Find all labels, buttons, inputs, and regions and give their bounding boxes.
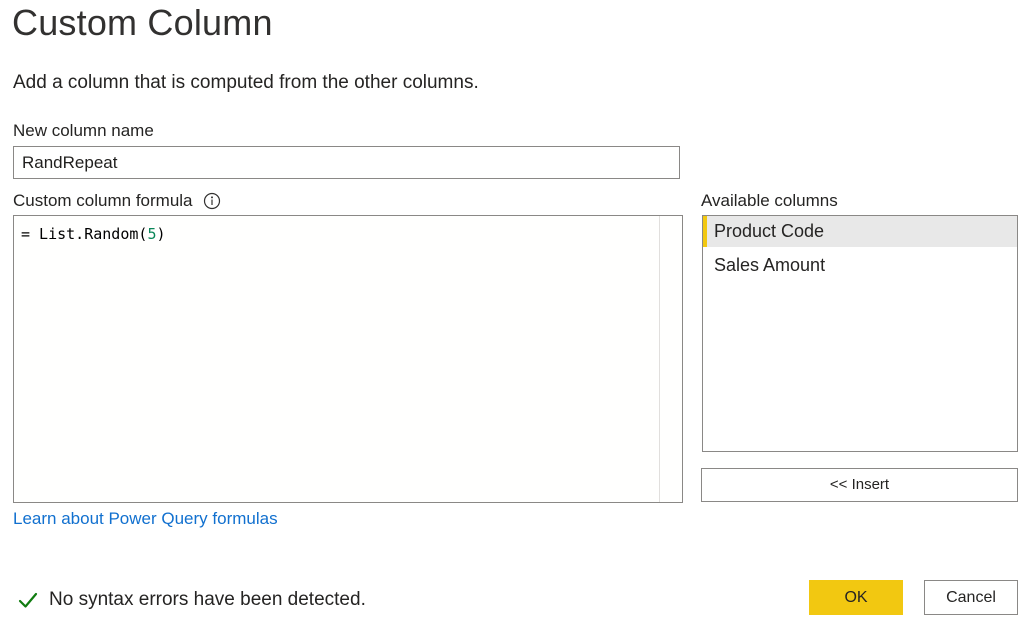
formula-editor[interactable]: = List.Random(5) bbox=[13, 215, 683, 503]
checkmark-icon bbox=[17, 589, 39, 611]
available-columns-label: Available columns bbox=[701, 191, 838, 210]
column-item-product-code[interactable]: Product Code bbox=[703, 216, 1017, 247]
editor-scrollbar[interactable] bbox=[659, 216, 682, 502]
formula-code[interactable]: = List.Random(5) bbox=[21, 225, 166, 243]
formula-text: = List.Random( bbox=[21, 225, 148, 243]
cancel-button[interactable]: Cancel bbox=[924, 580, 1018, 615]
column-item-sales-amount[interactable]: Sales Amount bbox=[703, 250, 1017, 281]
ok-button[interactable]: OK bbox=[809, 580, 903, 615]
formula-closing: ) bbox=[156, 225, 166, 243]
formula-label-row: Custom column formula bbox=[13, 191, 221, 211]
status-text: No syntax errors have been detected. bbox=[49, 589, 366, 610]
info-icon[interactable] bbox=[203, 192, 221, 210]
new-column-name-label: New column name bbox=[13, 121, 154, 140]
dialog-description: Add a column that is computed from the o… bbox=[13, 72, 479, 93]
available-columns-list[interactable]: Product Code Sales Amount bbox=[702, 215, 1018, 452]
insert-button[interactable]: << Insert bbox=[701, 468, 1018, 502]
new-column-name-input[interactable]: RandRepeat bbox=[13, 146, 680, 179]
formula-label: Custom column formula bbox=[13, 191, 193, 210]
syntax-status: No syntax errors have been detected. bbox=[17, 589, 366, 611]
learn-power-query-link[interactable]: Learn about Power Query formulas bbox=[13, 509, 278, 529]
dialog-title: Custom Column bbox=[12, 2, 273, 43]
